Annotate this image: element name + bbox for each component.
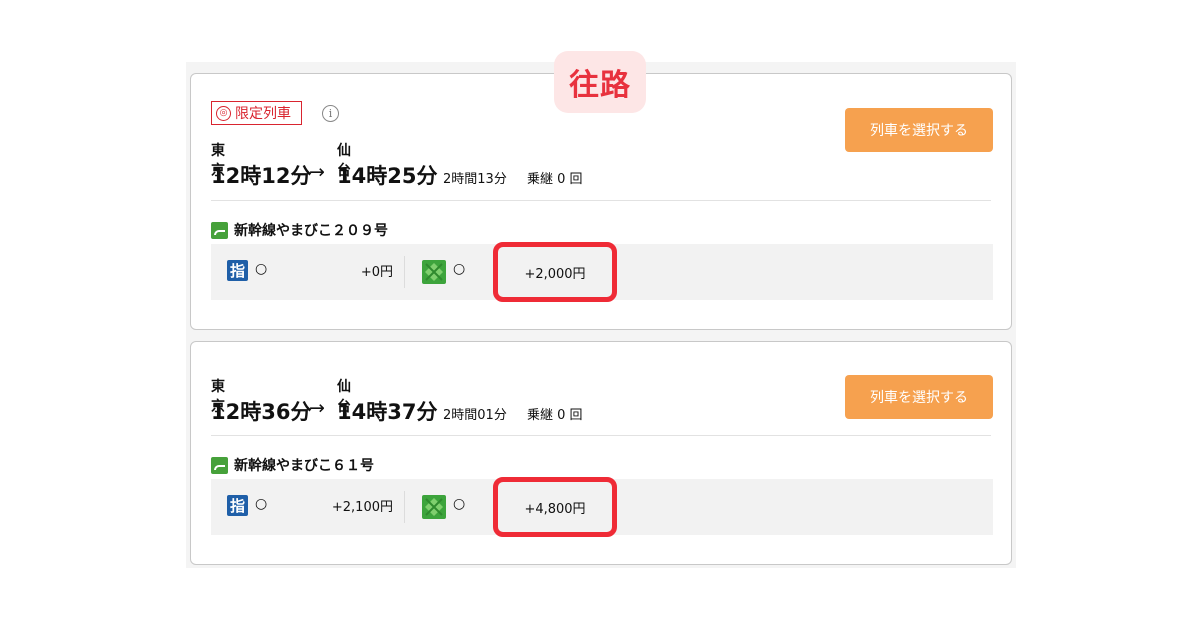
seat-divider <box>404 491 405 523</box>
limited-train-badge: ◎ 限定列車 <box>211 101 302 125</box>
select-train-button[interactable]: 列車を選択する <box>845 108 993 152</box>
green-car-price[interactable]: +4,800円 <box>493 477 617 537</box>
green-car-icon <box>422 495 446 519</box>
divider <box>211 435 991 436</box>
shinkansen-icon <box>211 456 228 474</box>
reserved-seat-icon: 指 <box>227 495 248 516</box>
train-name: 新幹線やまびこ２０９号 <box>234 223 388 239</box>
green-car-icon <box>422 260 446 284</box>
reserved-seat-price[interactable]: +0円 <box>361 261 393 280</box>
travel-duration: 2時間01分 <box>443 408 507 423</box>
travel-duration: 2時間13分 <box>443 172 507 187</box>
reserved-seat-price[interactable]: +2,100円 <box>332 496 393 515</box>
info-icon[interactable]: i <box>322 105 339 122</box>
green-availability: ○ <box>453 496 466 512</box>
departure-time: 12時36分 <box>211 400 312 424</box>
transfer-count: 乗継 0 回 <box>527 408 583 423</box>
seat-options: 指 ○ +0円 ○ +2,000円 <box>211 242 993 302</box>
arrival-time: 14時25分 <box>337 164 438 188</box>
transfer-count: 乗継 0 回 <box>527 172 583 187</box>
reserved-availability: ○ <box>255 496 268 512</box>
arrow-right-icon: → <box>309 161 325 183</box>
shinkansen-icon <box>211 221 228 239</box>
select-train-button[interactable]: 列車を選択する <box>845 375 993 419</box>
reserved-availability: ○ <box>255 261 268 277</box>
train-name-row: 新幹線やまびこ２０９号 <box>211 220 388 240</box>
outbound-label: 往路 <box>554 51 646 113</box>
green-car-price[interactable]: +2,000円 <box>493 242 617 302</box>
train-name: 新幹線やまびこ６１号 <box>234 458 374 474</box>
train-name-row: 新幹線やまびこ６１号 <box>211 455 374 475</box>
seat-divider <box>404 256 405 288</box>
limited-train-label: 限定列車 <box>235 106 291 122</box>
limited-train-icon: ◎ <box>216 105 231 121</box>
arrival-time: 14時37分 <box>337 400 438 424</box>
divider <box>211 200 991 201</box>
train-card-2: 東京 仙台 12時36分 → 14時37分 2時間01分 乗継 0 回 列車を選… <box>190 341 1012 565</box>
arrow-right-icon: → <box>309 397 325 419</box>
green-availability: ○ <box>453 261 466 277</box>
departure-time: 12時12分 <box>211 164 312 188</box>
seat-options: 指 ○ +2,100円 ○ +4,800円 <box>211 477 993 537</box>
reserved-seat-icon: 指 <box>227 260 248 281</box>
